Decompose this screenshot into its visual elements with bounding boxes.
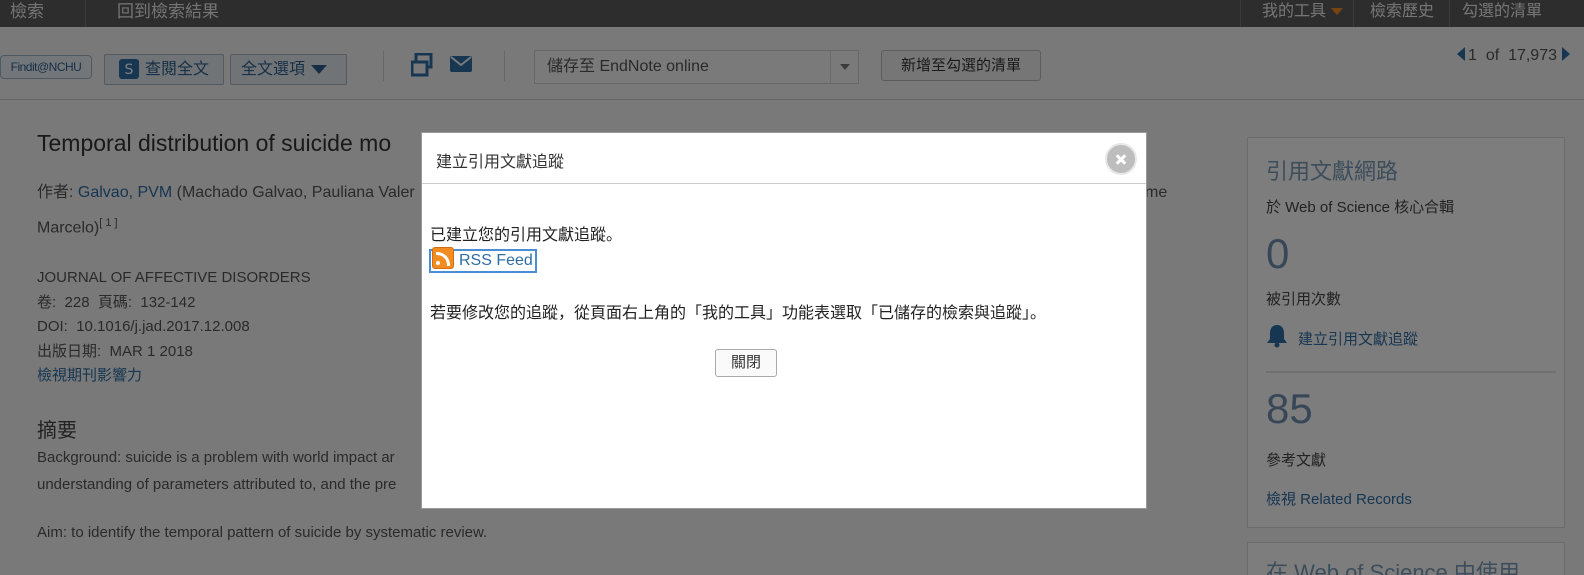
rss-feed-label: RSS Feed bbox=[459, 252, 533, 269]
dialog-instructions: 若要修改您的追蹤，從頁面右上角的「我的工具」功能表選取「已儲存的檢索與追蹤」。 bbox=[430, 305, 1047, 322]
dialog-title: 建立引用文獻追蹤 bbox=[436, 154, 565, 171]
rss-icon bbox=[432, 247, 454, 269]
dialog-header: 建立引用文獻追蹤 bbox=[422, 133, 1146, 184]
close-icon[interactable] bbox=[1105, 143, 1137, 175]
citation-alert-dialog: 建立引用文獻追蹤 已建立您的引用文獻追蹤。 RSS Feed 若要修改您的追蹤，… bbox=[421, 132, 1147, 509]
rss-feed-link[interactable]: RSS Feed bbox=[429, 247, 537, 273]
dialog-message: 已建立您的引用文獻追蹤。 bbox=[430, 227, 623, 244]
close-button[interactable]: 關閉 bbox=[715, 349, 777, 377]
